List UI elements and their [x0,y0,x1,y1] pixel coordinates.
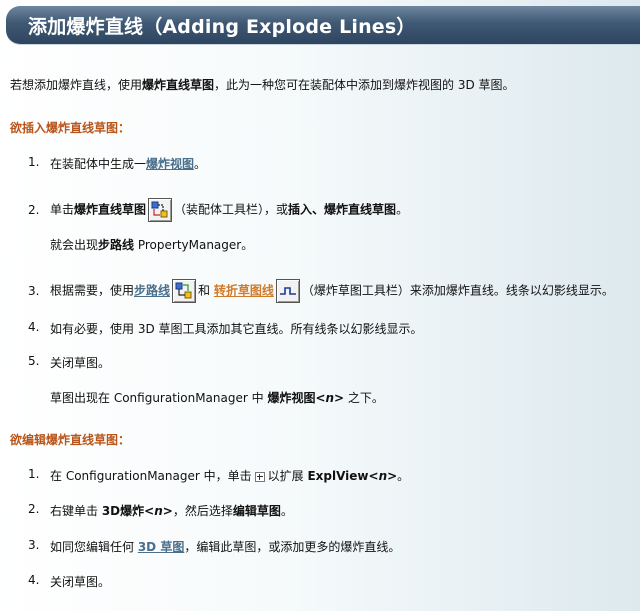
step-text: 单击 [50,202,75,217]
route-line-link[interactable]: 步路线 [134,284,170,298]
step-text: 右键单击 [50,504,102,518]
intro-paragraph: 若想添加爆炸直线，使用爆炸直线草图，此为一种您可在装配体中添加到爆炸视图的 3D… [10,76,515,93]
step-italic: n [154,504,163,518]
edit-step-4: 关闭草图。 [50,575,111,589]
insert-step-2-result: 就会出现步路线 PropertyManager。 [50,236,253,253]
step-bold: 爆炸直线草图 [74,202,147,217]
step-bold: 爆炸视图< [267,391,326,405]
section-heading-insert: 欲插入爆炸直线草图： [10,121,131,135]
exploded-view-link[interactable]: 爆炸视图 [146,157,194,171]
title-bar: 添加爆炸直线（Adding Explode Lines） [6,6,640,44]
edit-step-3: 如同您编辑任何 3D 草图，编辑此草图，或添加更多的爆炸直线。 [50,538,400,555]
insert-step-3: 根据需要，使用步路线 和 转折草图线 （爆炸草图工具栏）来添加爆炸直线。线条以幻影线… [50,279,614,303]
step-number: 2. [28,502,40,516]
step-text: ，然后选择 [172,504,233,518]
step-italic: n [325,391,335,405]
step-text: 就会出现 [50,238,99,252]
step-bold: > [162,504,173,518]
step-text: PropertyManager。 [134,238,254,252]
plus-expand-icon[interactable] [254,471,265,482]
step-bold: ExplView< [307,469,379,483]
route-line-icon[interactable] [172,279,197,303]
step-number: 5. [28,354,40,368]
3d-sketch-link[interactable]: 3D 草图 [138,540,185,554]
intro-text-2: ，此为一种您可在装配体中添加到爆炸视图的 3D 草图。 [214,78,515,92]
jog-line-icon[interactable] [275,279,300,303]
insert-step-4: 如有必要，使用 3D 草图工具添加其它直线。所有线条以幻影线显示。 [50,322,423,336]
insert-step-5: 关闭草图。 [50,356,111,370]
insert-step-5-result: 草图出现在 ConfigurationManager 中 爆炸视图<n> 之下。 [50,389,384,406]
step-text: （装配体工具栏），或 [174,202,289,217]
step-bold: > [334,391,345,405]
step-text: 。 [396,202,409,217]
page-title: 添加爆炸直线（Adding Explode Lines） [28,16,416,38]
step-bold: > [387,469,398,483]
step-text: 根据需要，使用 [50,283,135,298]
step-number: 1. [28,155,40,169]
step-text: 在装配体中生成一 [50,157,147,171]
edit-step-1: 在 ConfigurationManager 中，单击 以扩展 ExplView<… [50,467,409,484]
step-number: 4. [28,573,40,587]
step-bold: 编辑草图 [232,504,281,518]
step-italic: n [378,469,388,483]
step-text: （爆炸草图工具栏）来添加爆炸直线。线条以幻影线显示。 [301,283,614,298]
step-bold: 3D爆炸< [101,504,155,518]
edit-step-2: 右键单击 3D爆炸<n>，然后选择编辑草图。 [50,502,293,519]
insert-step-2: 单击爆炸直线草图 （装配体工具栏），或插入、爆炸直线草图。 [50,198,408,222]
intro-text-1: 若想添加爆炸直线，使用 [10,78,143,92]
jog-line-link[interactable]: 转折草图线 [214,284,274,298]
step-bold: 插入、爆炸直线草图 [288,202,397,217]
step-text: 。 [280,504,293,518]
step-text: 之下。 [344,391,384,405]
step-number: 2. [28,203,40,217]
step-text: ，编辑此草图，或添加更多的爆炸直线。 [184,540,401,554]
step-number: 3. [28,284,40,298]
step-text: 在 ConfigurationManager 中，单击 [50,469,252,483]
step-text: 如同您编辑任何 [50,540,138,554]
section-heading-edit: 欲编辑爆炸直线草图： [10,433,131,447]
explode-line-sketch-icon [148,198,173,222]
step-number: 1. [28,467,40,481]
step-text: 以扩展 [267,469,308,483]
step-text: 。 [397,469,410,483]
step-number: 3. [28,538,40,552]
step-bold: 步路线 [98,238,135,252]
step-text: 和 [198,283,211,298]
intro-bold: 爆炸直线草图 [142,78,215,92]
step-number: 4. [28,320,40,334]
insert-step-1: 在装配体中生成一爆炸视图。 [50,155,206,172]
step-text: 。 [194,157,207,171]
step-text: 草图出现在 ConfigurationManager 中 [50,391,268,405]
